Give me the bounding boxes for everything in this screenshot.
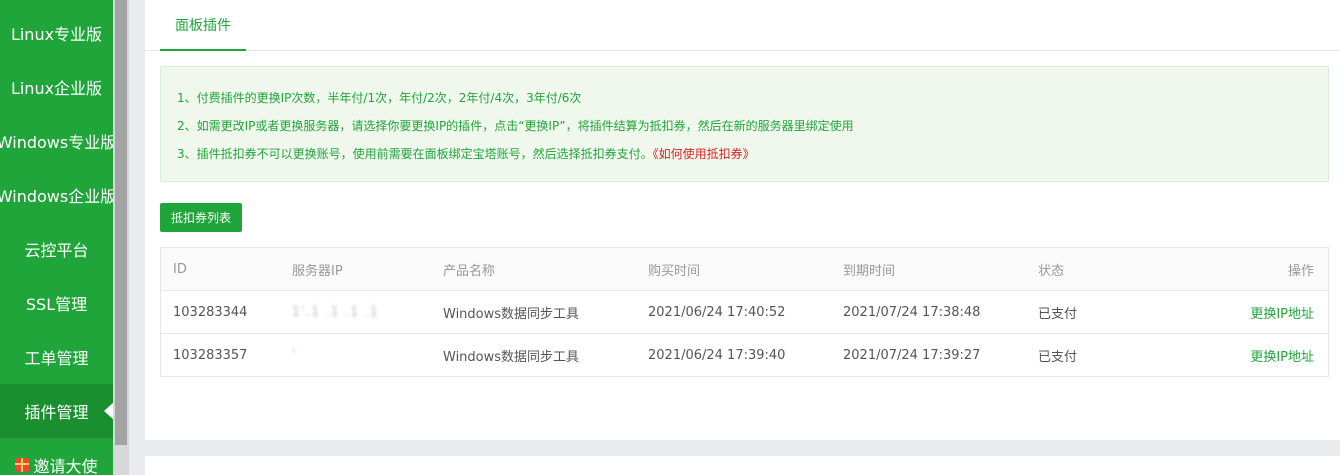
plugin-panel: 面板插件 1、付费插件的更换IP次数，半年付/1次，年付/2次，2年付/4次，3… (145, 0, 1340, 440)
sidebar-item-label: Linux专业版 (10, 25, 103, 44)
cell-buy-time: 2021/06/24 17:39:40 (648, 348, 786, 363)
sidebar-item-invite[interactable]: 邀请大使 (0, 438, 113, 475)
sidebar-item-label: 插件管理 (24, 403, 89, 422)
cell-product: Windows数据同步工具 (443, 307, 580, 322)
sidebar-item-cloud-control[interactable]: 云控平台 (0, 222, 113, 276)
header-server-ip: 服务器IP (292, 264, 343, 279)
sidebar-item-label: 邀请大使 (33, 457, 98, 475)
sidebar-item-label: Windows企业版 (0, 187, 117, 206)
sidebar-item-label: Linux企业版 (10, 79, 103, 98)
sidebar-item-tickets[interactable]: 工单管理 (0, 330, 113, 384)
table-row: 103283357 ' Windows数据同步工具 2021/06/24 17:… (161, 334, 1328, 377)
sidebar-item-ssl[interactable]: SSL管理 (0, 276, 113, 330)
coupon-list-button[interactable]: 抵扣券列表 (160, 203, 242, 232)
coupon-help-link[interactable]: 《如何使用抵扣券》 (653, 147, 755, 161)
sidebar-item-linux-pro[interactable]: Linux专业版 (0, 6, 113, 60)
cell-server-ip: 1'.1 .1 .1 .1 (292, 305, 379, 320)
tab-panel-plugins[interactable]: 面板插件 (160, 0, 246, 51)
cell-product: Windows数据同步工具 (443, 350, 580, 365)
sidebar-item-windows-enterprise[interactable]: Windows企业版 (0, 168, 117, 222)
table-header-row: ID 服务器IP 产品名称 购买时间 到期时间 状态 操作 (161, 248, 1328, 291)
secondary-panel (145, 456, 1340, 475)
cell-status: 已支付 (1038, 350, 1078, 365)
sidebar-item-label: Windows专业版 (0, 133, 117, 152)
sidebar-item-linux-enterprise[interactable]: Linux企业版 (0, 60, 113, 114)
table-row: 103283344 1'.1 .1 .1 .1 Windows数据同步工具 20… (161, 291, 1328, 334)
tab-bar: 面板插件 (145, 0, 1340, 51)
cell-buy-time: 2021/06/24 17:40:52 (648, 305, 786, 320)
header-action: 操作 (1287, 264, 1314, 279)
sidebar-item-label: 云控平台 (24, 241, 89, 260)
cell-id: 103283357 (173, 348, 248, 363)
change-ip-link[interactable]: 更换IP地址 (1250, 346, 1314, 365)
cell-action: 更换IP地址 (1250, 334, 1314, 377)
sidebar-scrollbar-thumb[interactable] (115, 0, 127, 445)
header-status: 状态 (1038, 264, 1065, 279)
change-ip-link[interactable]: 更换IP地址 (1250, 303, 1314, 322)
notice-box: 1、付费插件的更换IP次数，半年付/1次，年付/2次，2年付/4次，3年付/6次… (160, 66, 1329, 182)
notice-line-1: 1、付费插件的更换IP次数，半年付/1次，年付/2次，2年付/4次，3年付/6次 (177, 91, 582, 105)
notice-line-3-text: 3、插件抵扣券不可以更换账号，使用前需要在面板绑定宝塔账号，然后选择抵扣券支付。 (177, 147, 653, 161)
sidebar-item-label: 工单管理 (24, 349, 89, 368)
plugin-table: ID 服务器IP 产品名称 购买时间 到期时间 状态 操作 103283344 … (160, 247, 1329, 377)
cell-expire-time: 2021/07/24 17:38:48 (843, 305, 981, 320)
sidebar: Linux专业版 Linux企业版 Windows专业版 Windows企业版 … (0, 0, 117, 475)
sidebar-item-plugins[interactable]: 插件管理 (0, 384, 114, 438)
header-product: 产品名称 (443, 264, 496, 279)
notice-line-3: 3、插件抵扣券不可以更换账号，使用前需要在面板绑定宝塔账号，然后选择抵扣券支付。… (177, 145, 755, 162)
header-buy-time: 购买时间 (648, 264, 701, 279)
notice-line-2: 2、如需更改IP或者更换服务器，请选择你要更换IP的插件，点击“更换IP”，将插… (177, 119, 854, 133)
sidebar-item-windows-pro[interactable]: Windows专业版 (0, 114, 117, 168)
cell-status: 已支付 (1038, 307, 1078, 322)
header-expire-time: 到期时间 (843, 264, 896, 279)
cell-action: 更换IP地址 (1250, 291, 1314, 334)
header-id: ID (173, 262, 187, 277)
cell-id: 103283344 (173, 305, 248, 320)
gift-icon (15, 458, 30, 472)
cell-server-ip: ' (292, 348, 297, 363)
sidebar-item-label: SSL管理 (25, 295, 88, 314)
cell-expire-time: 2021/07/24 17:39:27 (843, 348, 981, 363)
